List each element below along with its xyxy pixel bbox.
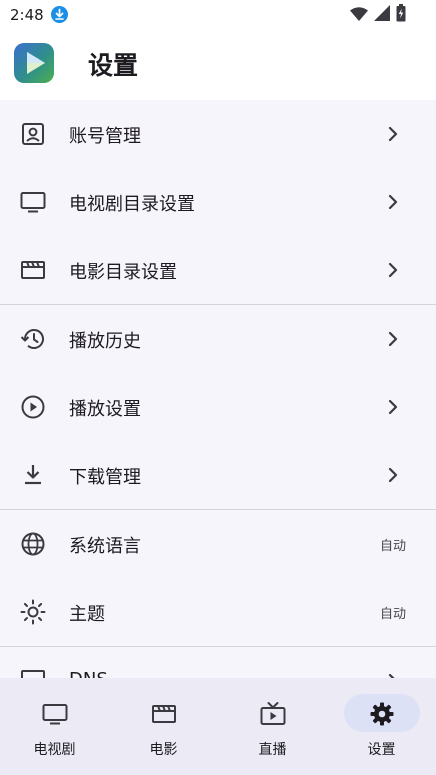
clapperboard-icon (20, 257, 46, 283)
status-bar: 2:48 (0, 0, 436, 30)
play-circle-icon (20, 394, 46, 420)
settings-item-label: 账号管理 (69, 126, 141, 147)
page-title: 设置 (88, 51, 139, 80)
settings-item-label: 主题 (69, 604, 105, 625)
settings-item-tv-directory[interactable]: 电视剧目录设置 (0, 168, 436, 236)
nav-item-tv-series[interactable]: 电视剧 (0, 694, 109, 764)
nav-item-settings[interactable]: 设置 (327, 694, 436, 764)
nav-label: 电影 (149, 742, 178, 758)
screen: 2:48 设置 账号管理 电视剧目录设置 电影目录设置 播放历史 播放设置 下载… (0, 0, 436, 775)
nav-item-movies[interactable]: 电影 (109, 694, 218, 764)
settings-item-label: 系统语言 (69, 536, 141, 557)
settings-item-label: 下载管理 (69, 467, 141, 488)
settings-item-dns[interactable]: DNS (0, 647, 436, 678)
settings-item-label: 电影目录设置 (69, 262, 177, 283)
globe-icon (20, 531, 46, 557)
settings-item-label: 播放历史 (69, 331, 141, 352)
battery-icon (396, 4, 406, 26)
settings-item-downloads[interactable]: 下载管理 (0, 441, 436, 509)
settings-list[interactable]: 账号管理 电视剧目录设置 电影目录设置 播放历史 播放设置 下载管理 系统语言 … (0, 100, 436, 678)
settings-item-movie-directory[interactable]: 电影目录设置 (0, 236, 436, 304)
download-icon (20, 462, 46, 488)
signal-icon (374, 5, 390, 25)
settings-item-playback[interactable]: 播放设置 (0, 373, 436, 441)
live-tv-icon (235, 694, 311, 732)
bottom-navigation: 电视剧 电影 直播 设置 (0, 678, 436, 775)
sun-icon (20, 599, 46, 625)
tv-icon (20, 189, 46, 215)
chevron-right-icon (386, 398, 400, 416)
nav-label: 设置 (367, 742, 396, 758)
chevron-right-icon (386, 261, 400, 279)
settings-item-label: 电视剧目录设置 (69, 194, 195, 215)
dns-icon (20, 668, 46, 678)
chevron-right-icon (386, 193, 400, 211)
chevron-right-icon (386, 330, 400, 348)
gear-icon (343, 694, 420, 732)
language-value: 自动 (379, 539, 406, 554)
status-time: 2:48 (10, 6, 44, 24)
history-icon (20, 326, 46, 352)
nav-label: 电视剧 (33, 742, 76, 758)
theme-value: 自动 (379, 607, 406, 622)
nav-item-live[interactable]: 直播 (218, 694, 327, 764)
settings-item-label: DNS (69, 669, 108, 678)
app-header: 设置 (0, 30, 436, 100)
chevron-right-icon (386, 466, 400, 484)
clapperboard-icon (126, 694, 202, 732)
status-icons (350, 4, 406, 26)
settings-item-history[interactable]: 播放历史 (0, 305, 436, 373)
nav-label: 直播 (258, 742, 287, 758)
wifi-icon (350, 6, 368, 25)
settings-item-label: 播放设置 (69, 399, 141, 420)
account-box-icon (20, 121, 46, 147)
chevron-right-icon (386, 125, 400, 143)
app-logo-icon (14, 43, 54, 83)
download-status-icon (51, 6, 68, 23)
settings-item-account[interactable]: 账号管理 (0, 100, 436, 168)
settings-item-theme[interactable]: 主题 自动 (0, 578, 436, 646)
settings-item-language[interactable]: 系统语言 自动 (0, 510, 436, 578)
tv-icon (17, 694, 93, 732)
